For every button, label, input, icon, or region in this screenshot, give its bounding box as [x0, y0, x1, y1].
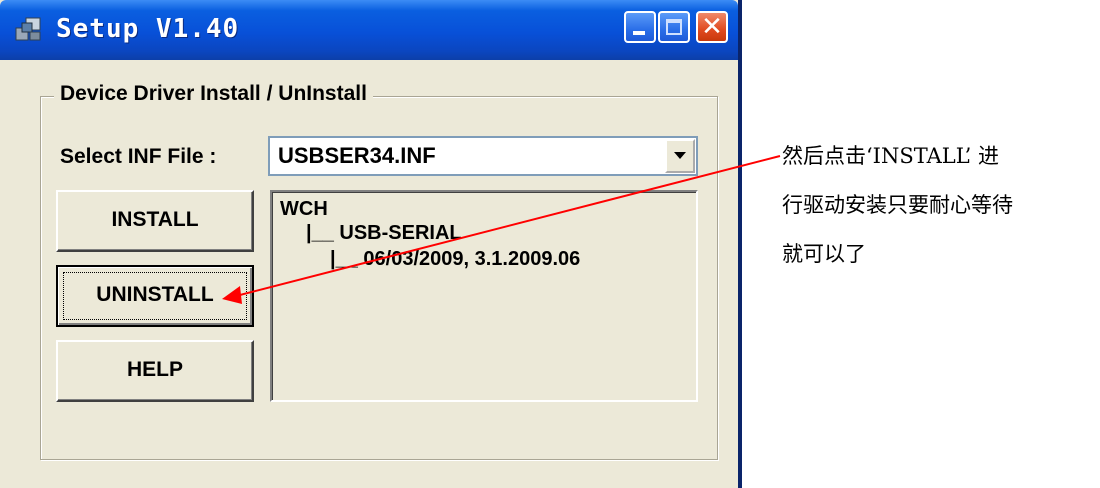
- arrow-head-icon: [222, 286, 242, 304]
- annotation-line-1: 然后点击‘INSTALL’ 进: [782, 144, 999, 168]
- annotation-line-3: 就可以了: [782, 242, 866, 266]
- annotation-line-2: 行驱动安装只要耐心等待: [782, 193, 1013, 217]
- annotation-text: 然后点击‘INSTALL’ 进 行驱动安装只要耐心等待 就可以了: [782, 132, 1100, 279]
- arrow-line: [235, 155, 781, 297]
